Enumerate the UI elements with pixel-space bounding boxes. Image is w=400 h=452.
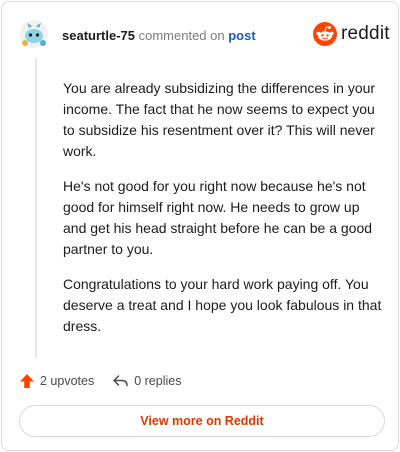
reddit-wordmark: reddit bbox=[341, 23, 390, 44]
comment-header: seaturtle-75 commented on post bbox=[62, 28, 256, 44]
avatar[interactable] bbox=[19, 19, 49, 49]
view-more-on-reddit-button[interactable]: View more on Reddit bbox=[19, 405, 385, 437]
reply-count: 0 replies bbox=[134, 374, 182, 388]
upvote-count: 2 upvotes bbox=[40, 374, 95, 388]
comment-card: seaturtle-75 commented on post reddit Yo… bbox=[1, 1, 399, 451]
comment-body: You are already subsidizing the differen… bbox=[63, 78, 383, 351]
upvote-button[interactable]: 2 upvotes bbox=[19, 373, 94, 389]
reply-button[interactable]: 0 replies bbox=[112, 373, 181, 389]
username-link[interactable]: seaturtle-75 bbox=[62, 28, 135, 43]
comment-actions: 2 upvotes 0 replies bbox=[19, 371, 199, 391]
snoo-avatar-icon bbox=[20, 20, 48, 48]
comment-paragraph: Congratulations to your hard work paying… bbox=[63, 276, 382, 334]
commented-on-label: commented on bbox=[138, 28, 225, 43]
thread-line[interactable] bbox=[35, 58, 37, 358]
upvote-arrow-icon bbox=[20, 374, 34, 388]
reddit-logo[interactable]: reddit bbox=[313, 21, 390, 47]
comment-paragraph: You are already subsidizing the differen… bbox=[63, 80, 376, 159]
post-link[interactable]: post bbox=[228, 28, 255, 43]
reddit-snoo-icon bbox=[313, 22, 337, 46]
reply-arrow-icon bbox=[113, 375, 128, 387]
comment-paragraph: He's not good for you right now because … bbox=[63, 178, 373, 257]
